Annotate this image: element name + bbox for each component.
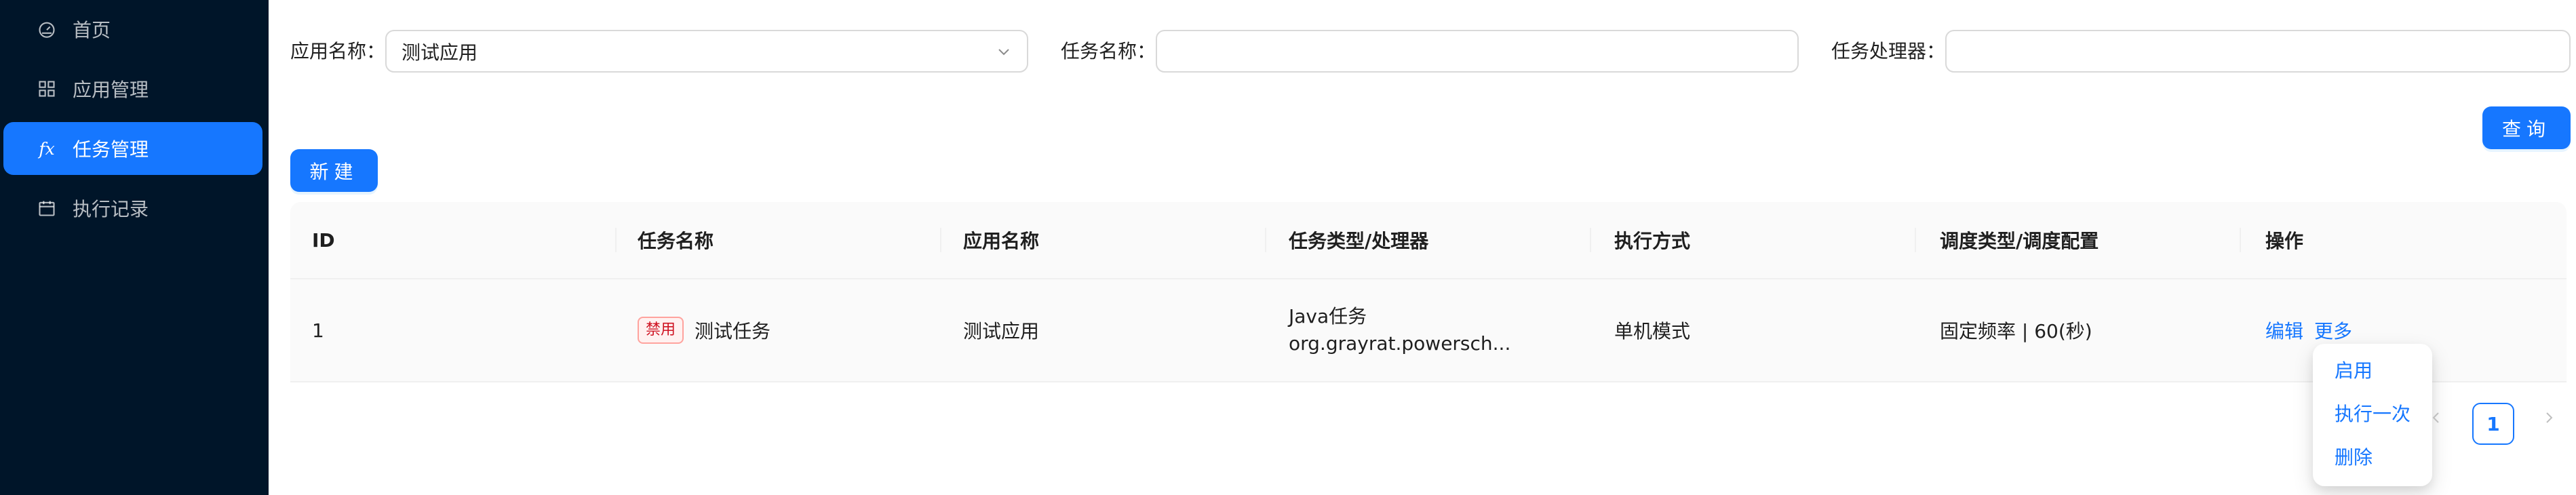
column-divider [2240,228,2241,252]
chevron-down-icon [998,49,1009,56]
dashboard-icon [37,19,57,39]
sidebar-item-records[interactable]: 执行记录 [3,182,262,235]
status-badge: 禁用 [638,317,684,344]
calendar-icon [37,198,57,218]
menu-item-enable[interactable]: 启用 [2335,357,2373,384]
column-divider [615,228,617,252]
column-divider [1265,228,1266,252]
sidebar: 首页 应用管理 fx 任务管理 执行记录 [0,0,269,495]
task-name-input[interactable] [1156,30,1799,73]
table-row: 1 禁用 测试任务 测试应用 Java任务 org.grayrat.powers… [290,279,2567,382]
function-icon: fx [39,138,55,159]
appstore-icon [37,79,57,99]
app-name-select[interactable]: 测试应用 [385,30,1028,73]
cell-task-type: Java任务 org.grayrat.powersch... [1289,279,1510,381]
sidebar-item-tasks[interactable]: fx 任务管理 [3,122,262,175]
app-name-label: 应用名称： [290,40,386,62]
cell-id: 1 [312,319,324,342]
cell-app-name: 测试应用 [963,320,1040,342]
more-dropdown-menu: 启用 执行一次 删除 [2313,344,2432,486]
cell-schedule: 固定频率 | 60(秒) [1940,320,2092,342]
column-header-schedule: 调度类型/调度配置 [1940,230,2099,252]
column-header-app-name: 应用名称 [963,230,1040,252]
column-header-actions: 操作 [2265,230,2304,252]
sidebar-item-label: 首页 [73,19,111,41]
task-type-text: Java任务 [1289,305,1367,328]
column-divider [1590,228,1591,252]
menu-item-run-once[interactable]: 执行一次 [2335,401,2411,428]
column-divider [1915,228,1916,252]
prev-page-icon[interactable] [2428,410,2448,430]
processor-text: org.grayrat.powersch... [1289,332,1511,355]
task-name-text: 测试任务 [695,320,771,342]
app-name-select-value: 测试应用 [402,41,478,64]
column-header-exec-mode: 执行方式 [1614,230,1691,252]
table-header: ID 任务名称 应用名称 任务类型/处理器 执行方式 调度类型/调度配置 操作 [290,202,2567,279]
pagination-page[interactable]: 1 [2472,403,2514,445]
sidebar-item-label: 执行记录 [73,198,149,220]
next-page-icon[interactable] [2541,410,2561,430]
cell-exec-mode: 单机模式 [1614,320,1691,342]
processor-input[interactable] [1945,30,2571,73]
sidebar-item-label: 应用管理 [73,79,149,101]
more-link[interactable]: 更多 [2314,317,2352,344]
edit-link[interactable]: 编辑 [2265,317,2303,344]
sidebar-item-home[interactable]: 首页 [3,3,262,56]
create-button[interactable]: 新建 [290,149,378,192]
column-header-id: ID [312,229,335,252]
cell-task-name: 禁用 测试任务 [638,279,770,381]
menu-item-delete[interactable]: 删除 [2335,444,2373,471]
task-table: ID 任务名称 应用名称 任务类型/处理器 执行方式 调度类型/调度配置 操作 … [290,202,2567,382]
task-name-label: 任务名称： [1061,40,1156,62]
column-divider [940,228,941,252]
sidebar-item-apps[interactable]: 应用管理 [3,62,262,115]
sidebar-item-label: 任务管理 [73,138,149,161]
column-header-task-name: 任务名称 [638,230,714,252]
column-header-task-type: 任务类型/处理器 [1289,230,1429,252]
query-button[interactable]: 查询 [2482,106,2571,149]
app-root: 首页 应用管理 fx 任务管理 执行记录 应用名称： 测试应用 任务名称： 任务… [0,0,2576,495]
processor-label: 任务处理器： [1831,40,1946,62]
